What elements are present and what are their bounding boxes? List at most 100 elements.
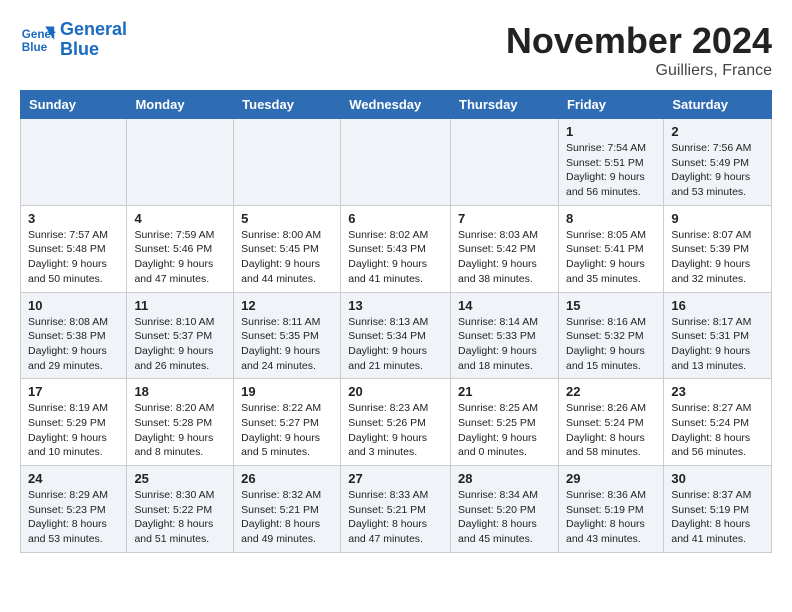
logo-line1: General [60, 19, 127, 39]
day-number: 25 [134, 471, 226, 486]
day-info: Sunrise: 8:19 AM Sunset: 5:29 PM Dayligh… [28, 401, 119, 460]
day-number: 4 [134, 211, 226, 226]
day-number: 9 [671, 211, 764, 226]
day-number: 24 [28, 471, 119, 486]
day-number: 19 [241, 384, 333, 399]
calendar-cell-w1d4: 7 Sunrise: 8:03 AM Sunset: 5:42 PM Daylig… [451, 205, 559, 292]
day-number: 30 [671, 471, 764, 486]
calendar-cell-w1d0: 3Sunrise: 7:57 AM Sunset: 5:48 PM Daylig… [21, 205, 127, 292]
day-number: 6 [348, 211, 443, 226]
calendar-cell-w3d0: 17 Sunrise: 8:19 AM Sunset: 5:29 PM Dayli… [21, 379, 127, 466]
day-info: Sunrise: 8:11 AM Sunset: 5:35 PM Dayligh… [241, 315, 333, 374]
day-info: Sunrise: 8:14 AM Sunset: 5:33 PM Dayligh… [458, 315, 551, 374]
calendar-cell-w1d5: 8 Sunrise: 8:05 AM Sunset: 5:41 PM Daylig… [558, 205, 663, 292]
day-number: 29 [566, 471, 656, 486]
day-number: 17 [28, 384, 119, 399]
calendar-cell-w4d6: 30 Sunrise: 8:37 AM Sunset: 5:19 PM Dayli… [664, 466, 772, 553]
day-number: 12 [241, 298, 333, 313]
week-row-4: 24 Sunrise: 8:29 AM Sunset: 5:23 PM Dayli… [21, 466, 772, 553]
day-number: 13 [348, 298, 443, 313]
calendar-cell-w4d4: 28Sunrise: 8:34 AM Sunset: 5:20 PM Dayli… [451, 466, 559, 553]
day-info: Sunrise: 8:23 AM Sunset: 5:26 PM Dayligh… [348, 401, 443, 460]
svg-text:Blue: Blue [22, 41, 48, 54]
day-info: Sunrise: 8:26 AM Sunset: 5:24 PM Dayligh… [566, 401, 656, 460]
calendar-cell-w3d2: 19 Sunrise: 8:22 AM Sunset: 5:27 PM Dayli… [234, 379, 341, 466]
day-info: Sunrise: 8:05 AM Sunset: 5:41 PM Dayligh… [566, 228, 656, 287]
header-day-thursday: Thursday [451, 91, 559, 119]
day-info: Sunrise: 8:10 AM Sunset: 5:37 PM Dayligh… [134, 315, 226, 374]
day-info: Sunrise: 8:16 AM Sunset: 5:32 PM Dayligh… [566, 315, 656, 374]
calendar-cell-w2d5: 15 Sunrise: 8:16 AM Sunset: 5:32 PM Dayli… [558, 292, 663, 379]
month-title: November 2024 [506, 20, 772, 62]
calendar-cell-w0d6: 2 Sunrise: 7:56 AM Sunset: 5:49 PM Daylig… [664, 119, 772, 206]
calendar-cell-w2d0: 10Sunrise: 8:08 AM Sunset: 5:38 PM Dayli… [21, 292, 127, 379]
day-info: Sunrise: 8:02 AM Sunset: 5:43 PM Dayligh… [348, 228, 443, 287]
calendar-cell-w0d0 [21, 119, 127, 206]
day-info: Sunrise: 8:00 AM Sunset: 5:45 PM Dayligh… [241, 228, 333, 287]
day-number: 10 [28, 298, 119, 313]
calendar-cell-w3d6: 23Sunrise: 8:27 AM Sunset: 5:24 PM Dayli… [664, 379, 772, 466]
calendar-header: SundayMondayTuesdayWednesdayThursdayFrid… [21, 91, 772, 119]
calendar-cell-w2d6: 16 Sunrise: 8:17 AM Sunset: 5:31 PM Dayli… [664, 292, 772, 379]
calendar-cell-w4d3: 27 Sunrise: 8:33 AM Sunset: 5:21 PM Dayli… [341, 466, 451, 553]
calendar-cell-w0d5: 1 Sunrise: 7:54 AM Sunset: 5:51 PM Daylig… [558, 119, 663, 206]
calendar-table: SundayMondayTuesdayWednesdayThursdayFrid… [20, 90, 772, 553]
header-row: SundayMondayTuesdayWednesdayThursdayFrid… [21, 91, 772, 119]
calendar-cell-w2d3: 13 Sunrise: 8:13 AM Sunset: 5:34 PM Dayli… [341, 292, 451, 379]
calendar-cell-w4d2: 26 Sunrise: 8:32 AM Sunset: 5:21 PM Dayli… [234, 466, 341, 553]
header-day-sunday: Sunday [21, 91, 127, 119]
calendar-cell-w2d1: 11Sunrise: 8:10 AM Sunset: 5:37 PM Dayli… [127, 292, 234, 379]
day-info: Sunrise: 7:57 AM Sunset: 5:48 PM Dayligh… [28, 228, 119, 287]
calendar-cell-w1d3: 6 Sunrise: 8:02 AM Sunset: 5:43 PM Daylig… [341, 205, 451, 292]
day-info: Sunrise: 8:20 AM Sunset: 5:28 PM Dayligh… [134, 401, 226, 460]
header-day-saturday: Saturday [664, 91, 772, 119]
day-number: 5 [241, 211, 333, 226]
day-info: Sunrise: 7:56 AM Sunset: 5:49 PM Dayligh… [671, 141, 764, 200]
day-number: 14 [458, 298, 551, 313]
day-number: 28 [458, 471, 551, 486]
day-number: 27 [348, 471, 443, 486]
location: Guilliers, France [506, 62, 772, 80]
logo-icon: General Blue [20, 22, 56, 58]
header: General Blue General Blue November 2024 … [20, 20, 772, 80]
logo: General Blue General Blue [20, 20, 127, 60]
calendar-cell-w2d4: 14 Sunrise: 8:14 AM Sunset: 5:33 PM Dayli… [451, 292, 559, 379]
calendar-cell-w0d3 [341, 119, 451, 206]
day-info: Sunrise: 8:25 AM Sunset: 5:25 PM Dayligh… [458, 401, 551, 460]
calendar-cell-w0d2 [234, 119, 341, 206]
day-number: 2 [671, 124, 764, 139]
day-info: Sunrise: 7:54 AM Sunset: 5:51 PM Dayligh… [566, 141, 656, 200]
calendar-cell-w3d4: 21Sunrise: 8:25 AM Sunset: 5:25 PM Dayli… [451, 379, 559, 466]
day-number: 7 [458, 211, 551, 226]
header-day-monday: Monday [127, 91, 234, 119]
day-info: Sunrise: 8:33 AM Sunset: 5:21 PM Dayligh… [348, 488, 443, 547]
day-number: 8 [566, 211, 656, 226]
day-number: 16 [671, 298, 764, 313]
day-info: Sunrise: 7:59 AM Sunset: 5:46 PM Dayligh… [134, 228, 226, 287]
day-info: Sunrise: 8:36 AM Sunset: 5:19 PM Dayligh… [566, 488, 656, 547]
day-number: 26 [241, 471, 333, 486]
day-info: Sunrise: 8:37 AM Sunset: 5:19 PM Dayligh… [671, 488, 764, 547]
day-number: 23 [671, 384, 764, 399]
day-info: Sunrise: 8:03 AM Sunset: 5:42 PM Dayligh… [458, 228, 551, 287]
header-day-wednesday: Wednesday [341, 91, 451, 119]
title-area: November 2024 Guilliers, France [506, 20, 772, 80]
header-day-friday: Friday [558, 91, 663, 119]
day-info: Sunrise: 8:13 AM Sunset: 5:34 PM Dayligh… [348, 315, 443, 374]
week-row-1: 3Sunrise: 7:57 AM Sunset: 5:48 PM Daylig… [21, 205, 772, 292]
day-info: Sunrise: 8:17 AM Sunset: 5:31 PM Dayligh… [671, 315, 764, 374]
day-info: Sunrise: 8:22 AM Sunset: 5:27 PM Dayligh… [241, 401, 333, 460]
day-info: Sunrise: 8:32 AM Sunset: 5:21 PM Dayligh… [241, 488, 333, 547]
week-row-2: 10Sunrise: 8:08 AM Sunset: 5:38 PM Dayli… [21, 292, 772, 379]
week-row-0: 1 Sunrise: 7:54 AM Sunset: 5:51 PM Daylig… [21, 119, 772, 206]
calendar-cell-w3d3: 20Sunrise: 8:23 AM Sunset: 5:26 PM Dayli… [341, 379, 451, 466]
day-info: Sunrise: 8:29 AM Sunset: 5:23 PM Dayligh… [28, 488, 119, 547]
header-day-tuesday: Tuesday [234, 91, 341, 119]
calendar-cell-w1d6: 9Sunrise: 8:07 AM Sunset: 5:39 PM Daylig… [664, 205, 772, 292]
day-number: 18 [134, 384, 226, 399]
day-number: 15 [566, 298, 656, 313]
day-number: 1 [566, 124, 656, 139]
day-info: Sunrise: 8:30 AM Sunset: 5:22 PM Dayligh… [134, 488, 226, 547]
logo-line2: Blue [60, 39, 99, 59]
calendar-body: 1 Sunrise: 7:54 AM Sunset: 5:51 PM Daylig… [21, 119, 772, 553]
